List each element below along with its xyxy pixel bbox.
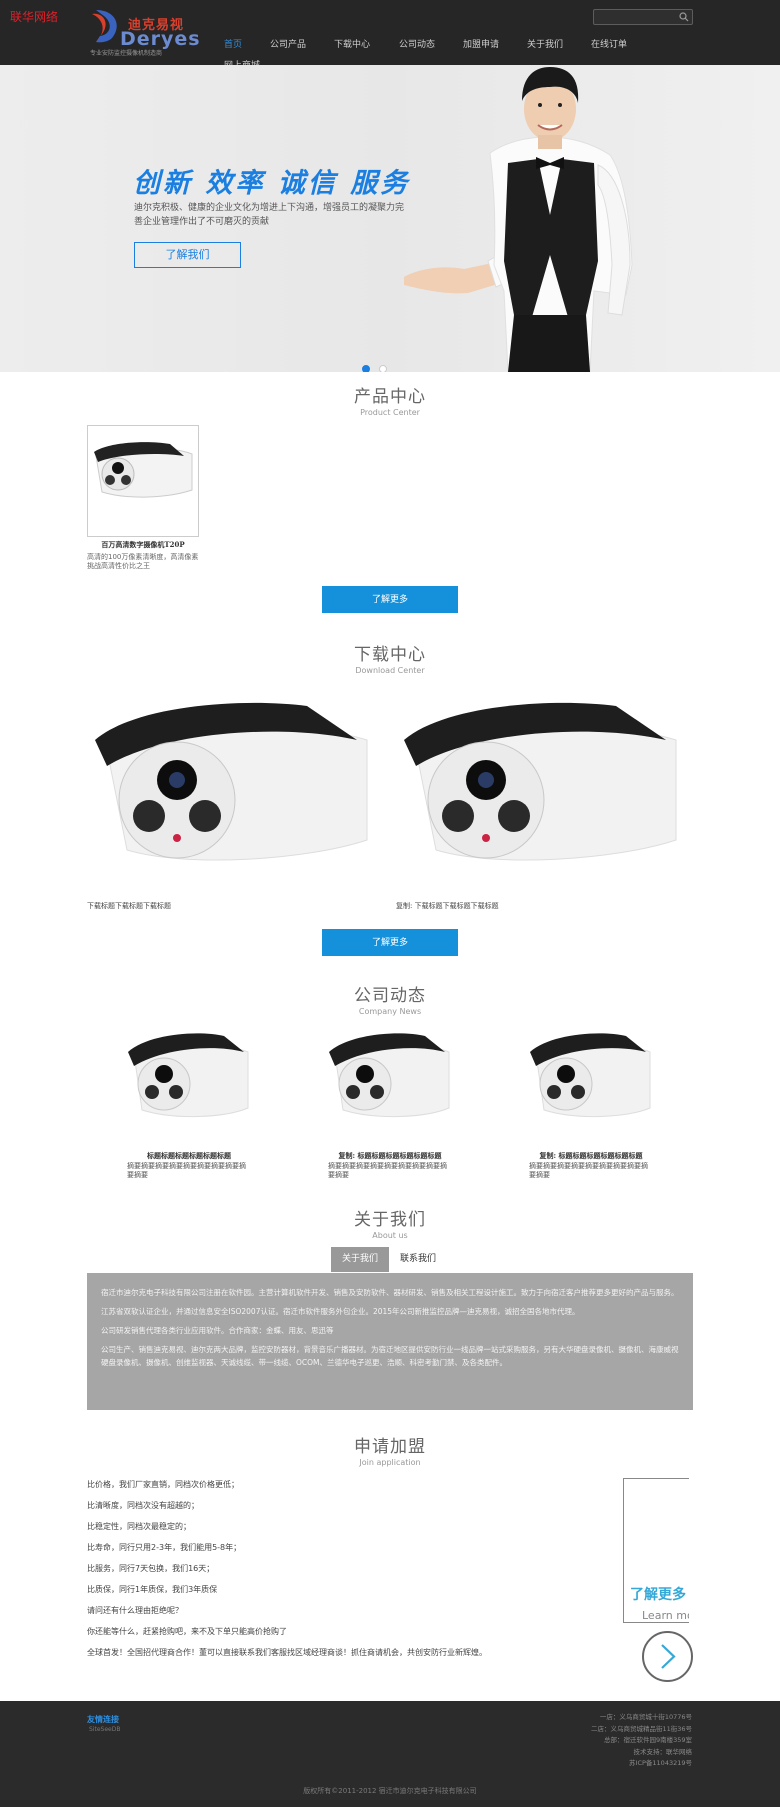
learn-more-subtitle: Learn more xyxy=(642,1609,689,1622)
footer-line: 一店：义乌商贸城十街10776号 xyxy=(599,1713,692,1721)
join-line: 比清晰度，同档次没有超越的； xyxy=(87,1501,199,1510)
join-line: 比质保，同行1年质保，我们3年质保 xyxy=(87,1585,218,1594)
company-news-heading: 公司动态 Company News xyxy=(0,981,780,1016)
next-arrow-button[interactable] xyxy=(642,1631,693,1682)
join-line: 比服务，同行7天包换，我们16天； xyxy=(87,1564,215,1573)
learn-more-title: 了解更多 xyxy=(630,1587,686,1603)
chevron-right-icon xyxy=(661,1644,676,1669)
download-center-title: 下载中心 xyxy=(354,645,426,665)
search-icon[interactable] xyxy=(679,12,689,22)
about-paragraph: 江苏省双软认证企业，并通过信息安全ISO2007认证。宿迁市软件服务外包企业。2… xyxy=(101,1307,580,1316)
slide-dot-1[interactable] xyxy=(362,365,370,372)
site-header: 联华网络 迪克易视 Deryes 专业安防监控摄像机制造商 首页 公司产品 下载… xyxy=(0,0,780,71)
download-center-subtitle: Download Center xyxy=(355,666,425,675)
news-desc-3: 摘要摘要摘要摘要摘要摘要摘要摘要摘要摘要 xyxy=(529,1162,648,1179)
join-heading: 申请加盟 Join application xyxy=(0,1432,780,1467)
download-image-1[interactable] xyxy=(87,690,377,890)
company-news-subtitle: Company News xyxy=(358,1007,422,1016)
nav-item-orders[interactable]: 在线订单 xyxy=(591,37,627,50)
about-paragraph: 宿迁市迪尔克电子科技有限公司注册在软件园。主营计算机软件开发、销售及安防软件、器… xyxy=(101,1288,679,1297)
download-center-heading: 下载中心 Download Center xyxy=(0,640,780,675)
footer-line: 二店：义乌商贸城精品街11街36号 xyxy=(590,1724,692,1733)
company-news-title: 公司动态 xyxy=(354,986,426,1006)
news-image-3[interactable] xyxy=(526,1030,656,1140)
tab-contact-us[interactable]: 联系我们 xyxy=(389,1247,447,1272)
join-line: 比寿命，同行只用2-3年，我们能用5-8年； xyxy=(87,1543,242,1552)
product-desc: 高清的100万像素清晰度，高清像素挑战高清性价比之王 xyxy=(87,553,199,570)
slide-dot-2[interactable] xyxy=(379,365,388,372)
join-line: 请问还有什么理由拒绝呢？ xyxy=(87,1606,183,1615)
corner-brand[interactable]: 联华网络 xyxy=(10,8,58,25)
about-title: 关于我们 xyxy=(354,1210,426,1230)
nav-item-join[interactable]: 加盟申请 xyxy=(463,37,499,50)
copyright: 版权所有©2011-2012 宿迁市迪尔克电子科技有限公司 xyxy=(303,1787,477,1795)
download-image-2[interactable] xyxy=(396,690,686,890)
search-input[interactable] xyxy=(598,11,676,23)
nav-item-news[interactable]: 公司动态 xyxy=(399,37,435,50)
products-more-button[interactable]: 了解更多 xyxy=(322,586,458,613)
product-card[interactable]: 百万高清数字摄像机T20P 高清的100万像素清晰度，高清像素挑战高清性价比之王 xyxy=(87,425,199,571)
nav-item-home[interactable]: 首页 xyxy=(224,37,242,50)
footer-line: 技术支持：联华网络 xyxy=(633,1747,693,1756)
news-desc-2: 摘要摘要摘要摘要摘要摘要摘要摘要摘要摘要 xyxy=(328,1162,447,1179)
join-line: 全球首发！全国招代理商合作！董可以直接联系我们客服找区域经理商谈！抓住商请机会，… xyxy=(87,1648,487,1657)
waiter-photo xyxy=(404,67,633,372)
camera-image xyxy=(94,442,193,498)
news-title-3[interactable]: 复制: 标题标题标题标题标题标题 xyxy=(516,1151,666,1161)
learn-more-card[interactable]: 了解更多 Learn more xyxy=(623,1478,689,1623)
download-caption-1[interactable]: 下载标题下载标题下载标题 xyxy=(87,901,171,911)
about-content: 宿迁市迪尔克电子科技有限公司注册在软件园。主营计算机软件开发、销售及安防软件、器… xyxy=(87,1273,693,1410)
learn-about-us-button[interactable]: 了解我们 xyxy=(134,242,241,268)
nav-item-about[interactable]: 关于我们 xyxy=(527,37,563,50)
friend-links-en: SiteSeeDB xyxy=(89,1726,121,1733)
tab-about-us[interactable]: 关于我们 xyxy=(331,1247,389,1272)
product-center-subtitle: Product Center xyxy=(360,408,420,417)
about-paragraph: 公司研发销售代理各类行业应用软件。合作商家：金蝶、用友、思迅等 xyxy=(101,1326,334,1335)
logo-mark-icon xyxy=(92,10,117,43)
news-image-1[interactable] xyxy=(124,1030,254,1140)
footer-line: 苏ICP备11043219号 xyxy=(629,1759,692,1767)
footer-line: 总部：宿迁软件园9南楼359室 xyxy=(603,1736,692,1744)
news-image-2[interactable] xyxy=(325,1030,455,1140)
site-logo[interactable]: 迪克易视 Deryes 专业安防监控摄像机制造商 xyxy=(90,8,200,60)
news-title-2[interactable]: 复制: 标题标题标题标题标题标题 xyxy=(315,1151,465,1161)
nav-item-products[interactable]: 公司产品 xyxy=(270,37,306,50)
banner-slogan: 创新 效率 诚信 服务 xyxy=(133,168,411,199)
join-line: 比稳定性，同档次最稳定的； xyxy=(87,1522,191,1531)
about-paragraph: 公司生产、销售迪克易视、迪尔克两大品牌，监控安防器材，背景音乐广播器材。为宿迁地… xyxy=(101,1345,679,1367)
join-subtitle: Join application xyxy=(359,1458,421,1467)
nav-item-downloads[interactable]: 下载中心 xyxy=(334,37,370,50)
downloads-more-button[interactable]: 了解更多 xyxy=(322,929,458,956)
join-title: 申请加盟 xyxy=(354,1437,426,1457)
slide-indicators xyxy=(362,358,391,372)
search-box xyxy=(593,9,693,25)
product-center-heading: 产品中心 Product Center xyxy=(0,382,780,417)
news-title-1[interactable]: 标题标题标题标题标题标题 xyxy=(114,1151,264,1161)
friend-links-title: 友情连接 xyxy=(87,1715,119,1724)
banner-description: 迪尔克积极、健康的企业文化为增进上下沟通，增强员工的凝聚力完善企业管理作出了不可… xyxy=(134,203,405,227)
site-footer: 友情连接 SiteSeeDB 一店：义乌商贸城十街10776号 二店：义乌商贸城… xyxy=(0,1701,780,1807)
logo-en-text: Deryes xyxy=(120,28,201,50)
product-name[interactable]: 百万高清数字摄像机T20P xyxy=(87,540,199,550)
about-subtitle: About us xyxy=(372,1231,408,1240)
join-line: 比价格，我们厂家直销，同档次价格更低； xyxy=(87,1480,239,1489)
hero-banner: 创新 效率 诚信 服务 迪尔克积极、健康的企业文化为增进上下沟通，增强员工的凝聚… xyxy=(0,65,780,372)
download-caption-2[interactable]: 复制: 下载标题下载标题下载标题 xyxy=(396,901,499,911)
product-center-title: 产品中心 xyxy=(354,387,426,407)
join-line: 你还能等什么，赶紧抢购吧，来不及下单只能高价抢购了 xyxy=(87,1627,287,1636)
logo-tagline: 专业安防监控摄像机制造商 xyxy=(90,50,163,57)
about-heading: 关于我们 About us xyxy=(0,1205,780,1240)
news-desc-1: 摘要摘要摘要摘要摘要摘要摘要摘要摘要摘要 xyxy=(127,1162,246,1179)
footer-contact-info: 一店：义乌商贸城十街10776号 二店：义乌商贸城精品街11街36号 总部：宿迁… xyxy=(591,1712,692,1770)
product-image-frame[interactable] xyxy=(87,425,199,537)
